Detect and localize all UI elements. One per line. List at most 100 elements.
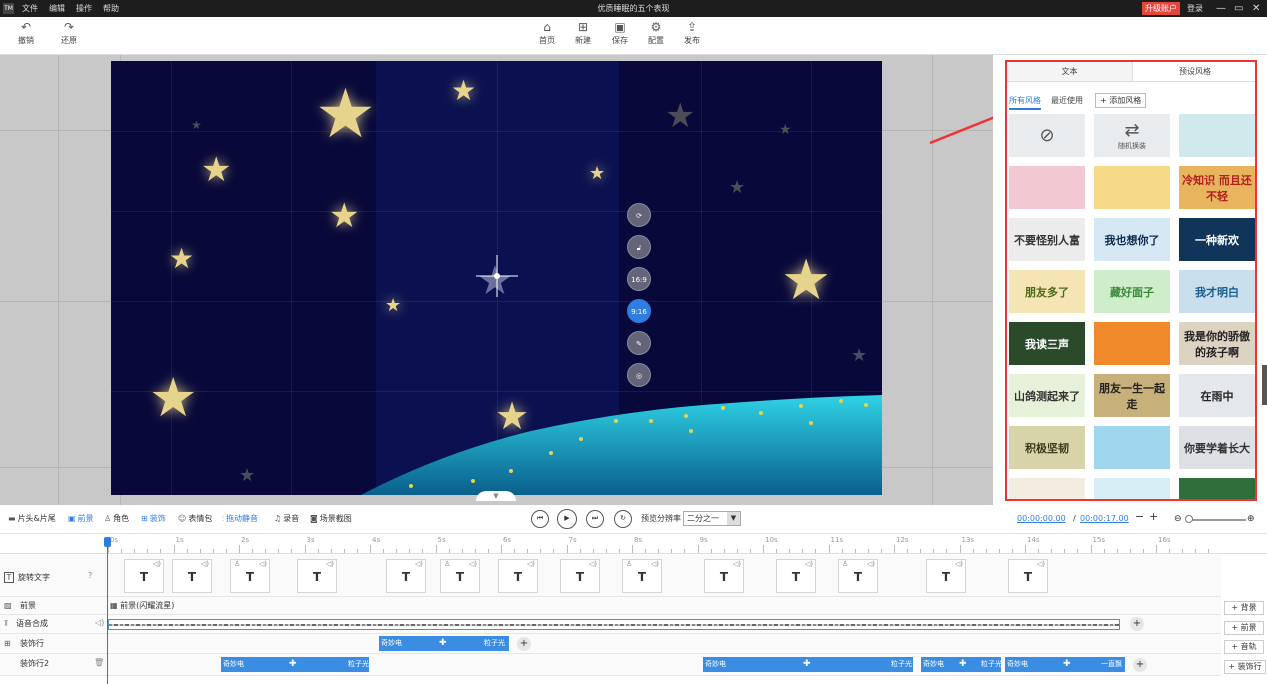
home-button[interactable]: ⌂ 首页 — [530, 20, 564, 47]
play-icon[interactable]: ▶ — [557, 509, 577, 529]
foreground-clip[interactable]: ▦ 前景(闪耀流星) — [110, 599, 174, 613]
decor-clip[interactable]: 奇妙电 ✚ 粒子光 — [379, 636, 509, 651]
style-tile[interactable]: 我才明白 — [1179, 270, 1255, 313]
style-tile[interactable]: 我是你的骄傲的孩子啊 — [1179, 322, 1255, 365]
zoom-slider[interactable] — [1186, 519, 1246, 521]
speaker-icon[interactable]: ◁) — [95, 618, 104, 627]
text-card[interactable]: T ◁) — [704, 559, 744, 593]
preview-ratio-select[interactable]: 二分之一 ▼ — [683, 511, 741, 526]
text-card[interactable]: T ◁) ♙ — [838, 559, 878, 593]
scene-canvas[interactable]: ★ ★ ★ ★ ★ ★ ★ ★ ★ ★ ★ ★ ★ ★ ★ ★ ★ ⟳ 🔓︎ 1… — [111, 61, 882, 495]
text-card[interactable]: T ◁) — [124, 559, 164, 593]
tab-text[interactable]: 文本 — [1007, 62, 1132, 82]
style-tile[interactable]: 山鸽测起来了 — [1009, 374, 1085, 417]
style-tile[interactable]: 我也想你了 — [1094, 218, 1170, 261]
add-background-button[interactable]: + 背景 — [1224, 601, 1264, 615]
skip-back-icon[interactable]: ⏮ — [531, 510, 549, 528]
style-tile[interactable] — [1094, 166, 1170, 209]
style-tile[interactable] — [1094, 322, 1170, 365]
style-tile[interactable] — [1094, 478, 1170, 499]
style-tile[interactable] — [1009, 166, 1085, 209]
style-tile[interactable]: 藏好面子 — [1094, 270, 1170, 313]
subtab-all-styles[interactable]: 所有风格 — [1009, 94, 1041, 110]
minimize-icon[interactable]: — — [1216, 0, 1226, 17]
style-tile[interactable]: 在雨中 — [1179, 374, 1255, 417]
lock-icon[interactable]: 🔓︎ — [627, 235, 651, 259]
skip-forward-icon[interactable]: ⏭ — [586, 510, 604, 528]
style-tile[interactable] — [1009, 478, 1085, 499]
text-card[interactable]: T ◁) — [297, 559, 337, 593]
close-icon[interactable]: ✕ — [1252, 0, 1260, 17]
foreground-button[interactable]: ▣ 前景 — [68, 513, 94, 525]
text-card[interactable]: T ◁) — [560, 559, 600, 593]
menu-help[interactable]: 帮助 — [103, 0, 119, 17]
intro-outro-button[interactable]: ▬ 片头&片尾 — [8, 513, 56, 525]
collapse-handle[interactable]: ▼ — [476, 491, 516, 501]
rotate-icon[interactable]: ⟳ — [627, 203, 651, 227]
text-card[interactable]: T ◁) — [926, 559, 966, 593]
save-button[interactable]: ▣ 保存 — [603, 20, 637, 47]
text-card[interactable]: T ◁) — [776, 559, 816, 593]
style-tile-none[interactable]: ⊘ — [1009, 114, 1085, 157]
minus-icon[interactable]: − — [1135, 511, 1144, 523]
tab-preset-style[interactable]: 预设风格 — [1132, 62, 1255, 82]
settings-icon[interactable]: ◎ — [627, 363, 651, 387]
drag-mute-button[interactable]: ⫶ 拖动静音 — [222, 513, 258, 525]
style-tile[interactable] — [1179, 114, 1255, 157]
ratio-9-16-button[interactable]: 9:16 — [627, 299, 651, 323]
config-button[interactable]: ⚙ 配置 — [639, 20, 673, 47]
login-button[interactable]: 登录 — [1187, 0, 1203, 17]
time-ruler[interactable]: 0s 1s 2s 3s 4s 5s 6s 7s 8s 9s 10s 11s 12s 13s 14s 15s 16… — [0, 534, 1267, 554]
text-card[interactable]: T ◁) — [386, 559, 426, 593]
add-audio-track-button[interactable]: + 音轨 — [1224, 640, 1264, 654]
style-tile[interactable]: 我读三声 — [1009, 322, 1085, 365]
upgrade-button[interactable]: 升级账户 — [1142, 2, 1180, 15]
style-tile[interactable]: 积极坚韧 — [1009, 426, 1085, 469]
decor-clip[interactable]: 奇妙电 ✚ 粒子光 — [921, 657, 1001, 672]
replay-icon[interactable]: ↻ — [614, 510, 632, 528]
text-card[interactable]: T ◁) — [498, 559, 538, 593]
style-tile[interactable]: 一种新欢 — [1179, 218, 1255, 261]
style-tile-random[interactable]: ⇄ 随机换装 — [1094, 114, 1170, 157]
edit-icon[interactable]: ✎ — [627, 331, 651, 355]
style-tile[interactable]: 朋友一生一起走 — [1094, 374, 1170, 417]
zoom-in-icon[interactable]: ⊕ — [1247, 513, 1255, 525]
publish-button[interactable]: ⇪ 发布 — [675, 20, 709, 47]
subtab-recent[interactable]: 最近使用 — [1051, 94, 1083, 108]
crosshair-icon[interactable] — [474, 253, 520, 299]
decor-clip[interactable]: 奇妙电 ✚ 粒子光 — [221, 657, 369, 672]
add-icon[interactable]: + — [517, 637, 531, 651]
text-card[interactable]: T ◁) — [1008, 559, 1048, 593]
zoom-slider-thumb[interactable] — [1185, 515, 1193, 523]
style-tile[interactable]: 不要怪别人富 — [1009, 218, 1085, 261]
menu-file[interactable]: 文件 — [22, 0, 38, 17]
style-tile[interactable]: 冷知识 而且还不轻 — [1179, 166, 1255, 209]
text-card[interactable]: T ◁) — [172, 559, 212, 593]
character-button[interactable]: ♙ 角色 — [104, 513, 129, 525]
zoom-out-icon[interactable]: ⊖ — [1174, 513, 1182, 525]
text-card[interactable]: T ◁) ♙ — [622, 559, 662, 593]
playhead[interactable] — [104, 537, 111, 684]
scene-screenshot-button[interactable]: ◙ 场景截图 — [310, 513, 352, 525]
decor-clip[interactable]: 奇妙电 ✚ 粒子光 — [703, 657, 913, 672]
decor-button[interactable]: ⊞ 装饰 — [141, 513, 166, 525]
add-decor-row-button[interactable]: + 装饰行 — [1224, 660, 1266, 674]
record-button[interactable]: ♫ 录音 — [274, 513, 299, 525]
menu-operate[interactable]: 操作 — [76, 0, 92, 17]
style-tile[interactable] — [1094, 426, 1170, 469]
trash-icon[interactable]: 🗑︎ — [94, 658, 104, 667]
maximize-icon[interactable]: ▭ — [1234, 0, 1243, 17]
undo-button[interactable]: ↶ 撤销 — [9, 20, 43, 47]
decor-clip[interactable]: 奇妙电 ✚ 一直飘 — [1005, 657, 1125, 672]
voice-waveform[interactable] — [108, 619, 1120, 630]
redo-button[interactable]: ↷ 还原 — [52, 20, 86, 47]
ratio-16-9-button[interactable]: 16:9 — [627, 267, 651, 291]
new-button[interactable]: ⊞ 新建 — [566, 20, 600, 47]
style-tile[interactable]: 朋友多了 — [1009, 270, 1085, 313]
text-card[interactable]: T ◁) ♙ — [440, 559, 480, 593]
style-tile[interactable]: 你要学着长大 — [1179, 426, 1255, 469]
emoji-button[interactable]: ☺ 表情包 — [178, 513, 212, 525]
add-icon[interactable]: + — [1130, 617, 1144, 631]
menu-edit[interactable]: 编辑 — [49, 0, 65, 17]
add-style-button[interactable]: + 添加风格 — [1095, 93, 1147, 108]
